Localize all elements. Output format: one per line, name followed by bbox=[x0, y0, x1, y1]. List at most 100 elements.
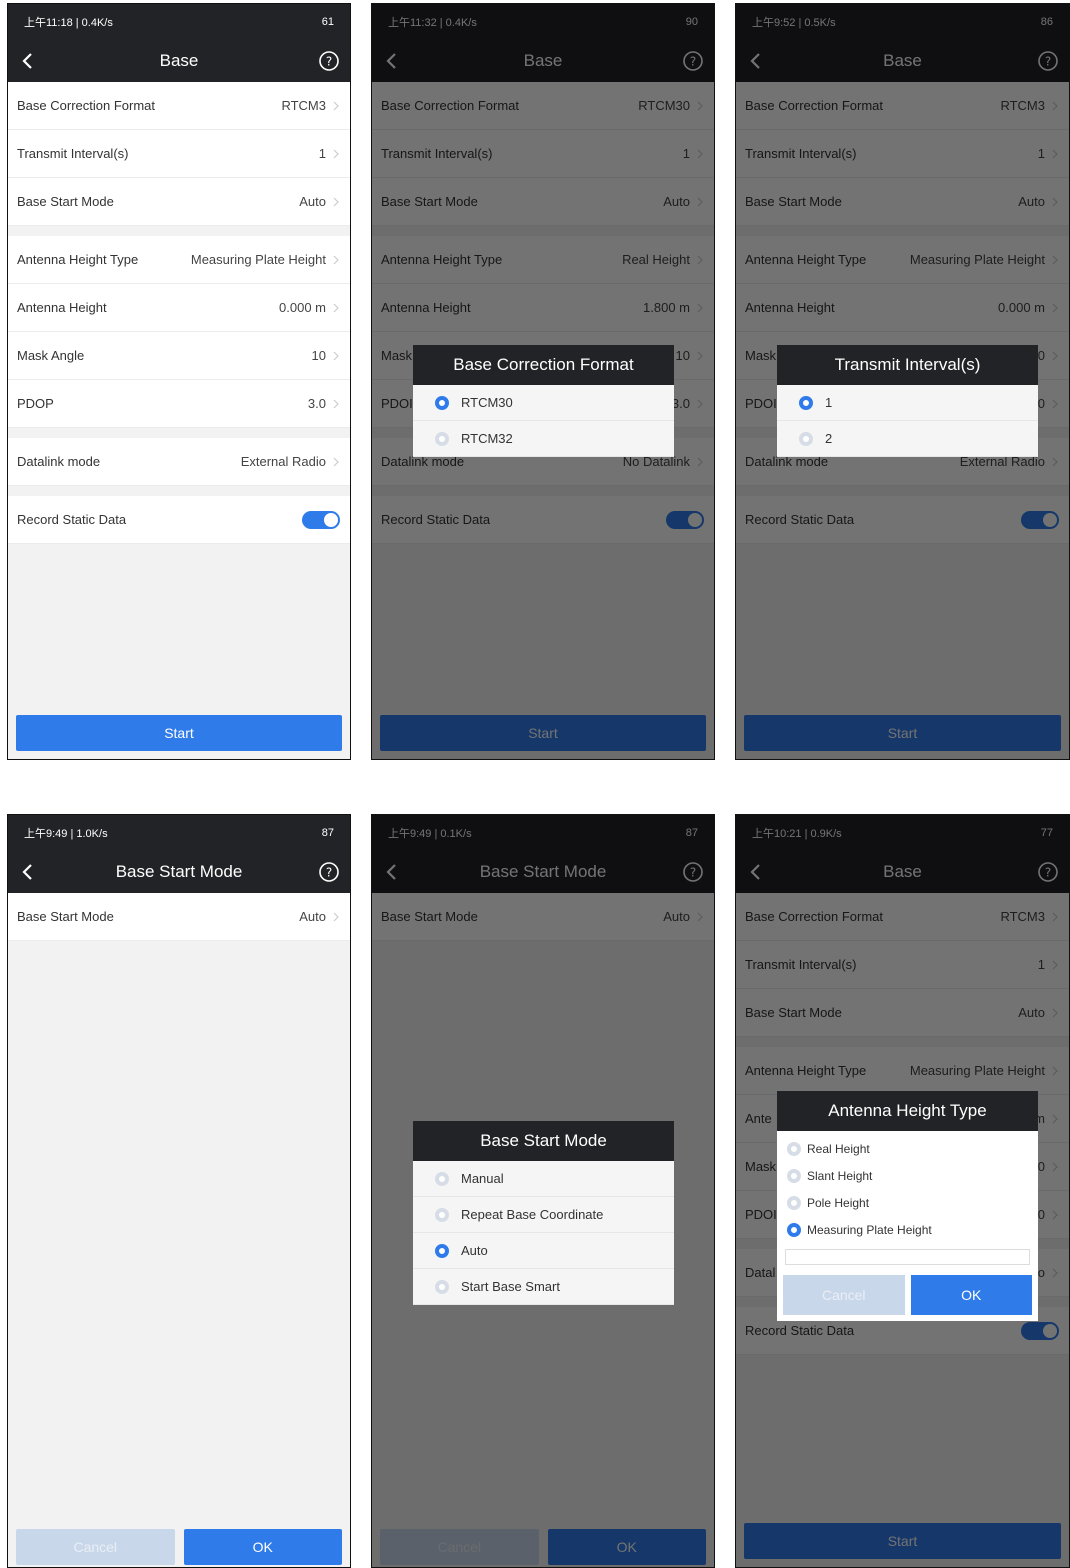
back-arrow-icon[interactable] bbox=[18, 51, 38, 71]
dialog-title: Base Start Mode bbox=[413, 1121, 674, 1161]
row-value: 1 bbox=[1037, 957, 1045, 972]
row-label: Antenna Height Type bbox=[381, 252, 503, 267]
help-icon[interactable]: ? bbox=[682, 50, 704, 72]
row-antenna-height-type[interactable]: Antenna Height Type Measuring Plate Heigh… bbox=[8, 236, 350, 284]
cancel-button[interactable]: Cancel bbox=[380, 1529, 539, 1565]
status-time: 上午11:32 | 0.4K/s bbox=[388, 17, 477, 29]
row-label: Transmit Interval(s) bbox=[17, 146, 129, 161]
svg-text:?: ? bbox=[1045, 866, 1051, 880]
row-label: Transmit Interval(s) bbox=[745, 957, 857, 972]
row-antenna-height[interactable]: Antenna Height 0.000 m bbox=[736, 284, 1069, 332]
option-manual[interactable]: Manual bbox=[413, 1161, 674, 1197]
row-transmit-interval[interactable]: Transmit Interval(s) 1 bbox=[736, 130, 1069, 178]
row-correction-format[interactable]: Base Correction Format RTCM30 bbox=[372, 82, 714, 130]
chevron-right-icon bbox=[1052, 1268, 1058, 1277]
cancel-button[interactable]: Cancel bbox=[16, 1529, 175, 1565]
chevron-right-icon bbox=[1052, 1114, 1058, 1123]
option-measuring-plate-height[interactable]: Measuring Plate Height bbox=[777, 1216, 1038, 1243]
option-auto[interactable]: Auto bbox=[413, 1233, 674, 1269]
back-arrow-icon[interactable] bbox=[746, 862, 766, 882]
row-start-mode[interactable]: Base Start Mode Auto bbox=[372, 178, 714, 226]
row-correction-format[interactable]: Base Correction Format RTCM3 bbox=[736, 893, 1069, 941]
row-start-mode[interactable]: Base Start Mode Auto bbox=[8, 893, 350, 941]
option-pole-height[interactable]: Pole Height bbox=[777, 1189, 1038, 1216]
help-icon[interactable]: ? bbox=[682, 861, 704, 883]
option-slant-height[interactable]: Slant Height bbox=[777, 1162, 1038, 1189]
row-value: Measuring Plate Height bbox=[909, 1063, 1045, 1078]
chevron-right-icon bbox=[1052, 149, 1058, 158]
ok-button[interactable]: OK bbox=[910, 1275, 1032, 1315]
start-mode-dialog: Base Start Mode Manual Repeat Base Coord… bbox=[413, 1121, 674, 1305]
back-arrow-icon[interactable] bbox=[382, 51, 402, 71]
row-start-mode[interactable]: Base Start Mode Auto bbox=[8, 178, 350, 226]
correction-format-dialog: Base Correction Format RTCM30 RTCM32 bbox=[413, 345, 674, 457]
back-arrow-icon[interactable] bbox=[382, 862, 402, 882]
row-pdop[interactable]: PDOP 3.0 bbox=[8, 380, 350, 428]
row-label: Datalink mode bbox=[17, 454, 101, 469]
start-button[interactable]: Start bbox=[16, 715, 342, 751]
row-value: 1 bbox=[318, 146, 326, 161]
row-start-mode[interactable]: Base Start Mode Auto bbox=[736, 178, 1069, 226]
chevron-right-icon bbox=[333, 351, 339, 360]
row-correction-format[interactable]: Base Correction Format RTCM3 bbox=[8, 82, 350, 130]
row-antenna-height-type[interactable]: Antenna Height Type Real Height bbox=[372, 236, 714, 284]
row-mask-angle[interactable]: Mask Angle 10 bbox=[8, 332, 350, 380]
row-label: Antenna Height Type bbox=[745, 1063, 867, 1078]
option-rtcm32[interactable]: RTCM32 bbox=[413, 421, 674, 457]
row-label: Datal bbox=[745, 1265, 776, 1280]
chevron-right-icon bbox=[1052, 960, 1058, 969]
start-button[interactable]: Start bbox=[744, 1523, 1061, 1559]
status-battery: 86 bbox=[1040, 16, 1053, 28]
row-datalink-mode[interactable]: Datalink mode External Radio bbox=[8, 438, 350, 486]
row-antenna-height-type[interactable]: Antenna Height Type Measuring Plate Heigh… bbox=[736, 236, 1069, 284]
option-start-base-smart[interactable]: Start Base Smart bbox=[413, 1269, 674, 1305]
help-icon[interactable]: ? bbox=[1037, 861, 1059, 883]
chevron-right-icon bbox=[1052, 101, 1058, 110]
row-label: Base Correction Format bbox=[745, 98, 883, 113]
back-arrow-icon[interactable] bbox=[18, 862, 38, 882]
chevron-right-icon bbox=[333, 303, 339, 312]
option-interval-1[interactable]: 1 bbox=[777, 385, 1038, 421]
record-static-toggle[interactable] bbox=[302, 510, 340, 529]
row-start-mode[interactable]: Base Start Mode Auto bbox=[736, 989, 1069, 1037]
ok-button[interactable]: OK bbox=[547, 1529, 706, 1565]
chevron-right-icon bbox=[1052, 1066, 1058, 1075]
row-value: RTCM30 bbox=[638, 98, 690, 113]
record-static-toggle[interactable] bbox=[1021, 1321, 1059, 1340]
chevron-right-icon bbox=[697, 101, 703, 110]
row-antenna-height[interactable]: Antenna Height 1.800 m bbox=[372, 284, 714, 332]
row-transmit-interval[interactable]: Transmit Interval(s) 1 bbox=[736, 941, 1069, 989]
help-icon[interactable]: ? bbox=[1037, 50, 1059, 72]
record-static-toggle[interactable] bbox=[666, 510, 704, 529]
row-value: RTCM3 bbox=[1000, 909, 1045, 924]
row-value: Real Height bbox=[622, 252, 690, 267]
start-button[interactable]: Start bbox=[380, 715, 706, 751]
row-label: Transmit Interval(s) bbox=[381, 146, 493, 161]
help-icon[interactable]: ? bbox=[318, 861, 340, 883]
svg-text:?: ? bbox=[326, 866, 332, 880]
back-arrow-icon[interactable] bbox=[746, 51, 766, 71]
row-record-static: Record Static Data bbox=[372, 496, 714, 544]
chevron-right-icon bbox=[697, 351, 703, 360]
row-antenna-height[interactable]: Antenna Height 0.000 m bbox=[8, 284, 350, 332]
ok-button[interactable]: OK bbox=[183, 1529, 342, 1565]
row-start-mode[interactable]: Base Start Mode Auto bbox=[372, 893, 714, 941]
height-input[interactable] bbox=[785, 1249, 1030, 1265]
row-correction-format[interactable]: Base Correction Format RTCM3 bbox=[736, 82, 1069, 130]
row-label: Base Start Mode bbox=[745, 1005, 842, 1020]
radio-selected-icon bbox=[787, 1222, 801, 1237]
option-label: RTCM32 bbox=[461, 431, 513, 446]
start-button[interactable]: Start bbox=[744, 715, 1061, 751]
row-label: Ante bbox=[745, 1111, 772, 1126]
row-transmit-interval[interactable]: Transmit Interval(s) 1 bbox=[372, 130, 714, 178]
row-transmit-interval[interactable]: Transmit Interval(s) 1 bbox=[8, 130, 350, 178]
option-real-height[interactable]: Real Height bbox=[777, 1135, 1038, 1162]
record-static-toggle[interactable] bbox=[1021, 510, 1059, 529]
dialog-title: Transmit Interval(s) bbox=[777, 345, 1038, 385]
option-interval-2[interactable]: 2 bbox=[777, 421, 1038, 457]
option-rtcm30[interactable]: RTCM30 bbox=[413, 385, 674, 421]
row-antenna-height-type[interactable]: Antenna Height Type Measuring Plate Heigh… bbox=[736, 1047, 1069, 1095]
option-repeat-base-coordinate[interactable]: Repeat Base Coordinate bbox=[413, 1197, 674, 1233]
cancel-button[interactable]: Cancel bbox=[783, 1275, 905, 1315]
help-icon[interactable]: ? bbox=[318, 50, 340, 72]
